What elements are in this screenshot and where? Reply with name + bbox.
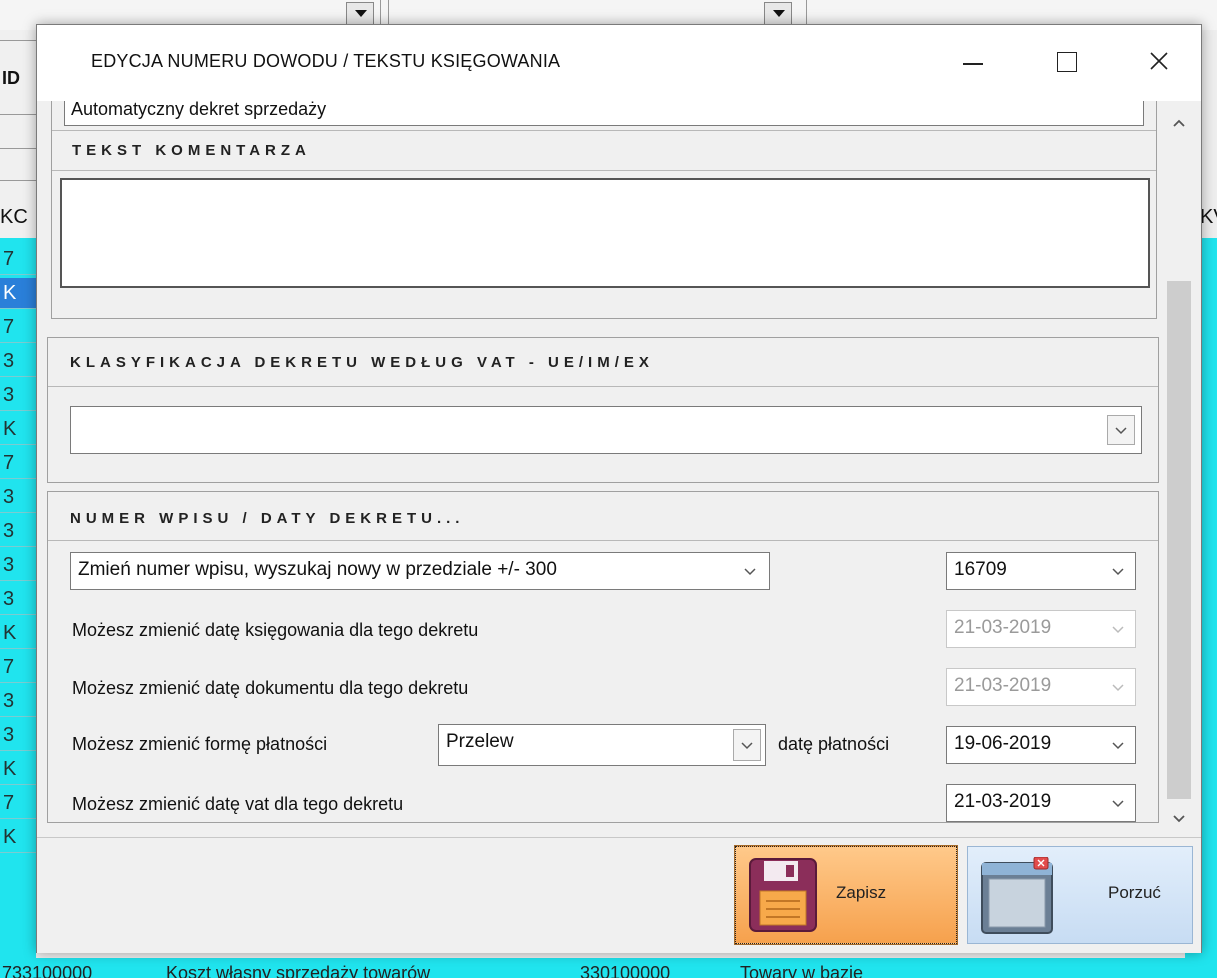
background-row[interactable]: 3 [0, 584, 36, 615]
vat-date-label: Możesz zmienić datę vat dla tego dekretu [72, 794, 404, 814]
payment-form-label: Możesz zmienić formę płatności [72, 734, 328, 754]
dialog-titlebar[interactable]: EDYCJA NUMERU DOWODU / TEKSTU KSIĘGOWANI… [37, 25, 1201, 101]
dropdown-arrow-icon[interactable] [346, 2, 374, 26]
chevron-down-icon [1112, 742, 1124, 750]
background-row[interactable]: 3 [0, 482, 36, 513]
background-row[interactable]: 7 [0, 652, 36, 683]
background-row[interactable]: K [0, 618, 36, 649]
payment-date-picker[interactable]: 19-06-2019 [946, 726, 1136, 764]
background-row[interactable]: K [0, 754, 36, 785]
cancel-button-label: Porzuć [1108, 883, 1161, 902]
posting-text-value: Automatyczny dekret sprzedaży [71, 101, 327, 119]
chevron-down-icon [1115, 427, 1127, 435]
dialog-footer: Zapisz Porzuć [37, 837, 1201, 953]
window-icon [981, 857, 1053, 934]
scroll-down-icon[interactable] [1169, 809, 1189, 829]
background-row[interactable]: 3 [0, 516, 36, 547]
dialog-title: EDYCJA NUMERU DOWODU / TEKSTU KSIĘGOWANI… [91, 51, 561, 71]
background-row[interactable]: 3 [0, 346, 36, 377]
vat-classification-panel: KLASYFIKACJA DEKRETU WEDŁUG VAT - UE/IM/… [47, 337, 1159, 483]
background-row[interactable]: 3 [0, 686, 36, 717]
background-bottom-row: 733100000 Koszt własny sprzedaży towarów… [0, 958, 1217, 978]
background-row[interactable]: 7 [0, 244, 36, 275]
close-icon [1150, 52, 1168, 70]
chevron-down-icon [1112, 626, 1124, 634]
floppy-disk-icon [749, 858, 817, 932]
renumber-option-select[interactable]: Zmień numer wpisu, wyszukaj nowy w przed… [70, 552, 770, 590]
scroll-up-icon[interactable] [1169, 113, 1189, 133]
save-button[interactable]: Zapisz [734, 845, 958, 945]
chevron-down-icon [1112, 684, 1124, 692]
background-row[interactable]: 7 [0, 788, 36, 819]
background-rows: 7K733K73333K733K7K [0, 238, 36, 958]
scrollbar-thumb[interactable] [1167, 281, 1191, 799]
vat-classification-select[interactable] [70, 406, 1142, 454]
posting-date-picker[interactable]: 21-03-2019 [946, 610, 1136, 648]
posting-text-input[interactable]: Automatyczny dekret sprzedaży [64, 101, 1144, 126]
background-row[interactable]: 3 [0, 720, 36, 751]
chevron-down-icon [741, 742, 753, 750]
entry-dates-title: NUMER WPISU / DATY DEKRETU... [70, 510, 465, 527]
vat-classification-title: KLASYFIKACJA DEKRETU WEDŁUG VAT - UE/IM/… [70, 354, 654, 371]
background-row[interactable]: 7 [0, 312, 36, 343]
payment-form-select[interactable]: Przelew [438, 724, 766, 766]
payment-date-label: datę płatności [778, 734, 890, 754]
background-row[interactable]: K [0, 414, 36, 445]
chevron-down-icon [744, 568, 756, 576]
entry-dates-panel: NUMER WPISU / DATY DEKRETU... Zmień nume… [47, 491, 1159, 823]
maximize-button[interactable] [1037, 39, 1097, 83]
cancel-button[interactable]: Porzuć [967, 846, 1193, 944]
entry-number-select[interactable]: 16709 [946, 552, 1136, 590]
dropdown-arrow-icon[interactable] [764, 2, 792, 26]
comment-panel-title: TEKST KOMENTARZA [72, 142, 311, 159]
background-row[interactable]: K [0, 822, 36, 853]
vertical-scrollbar[interactable] [1161, 101, 1197, 831]
chevron-down-icon [1112, 568, 1124, 576]
dialog-content: Automatyczny dekret sprzedaży TEKST KOME… [43, 101, 1161, 831]
document-date-label: Możesz zmienić datę dokumentu dla tego d… [72, 678, 469, 698]
chevron-down-icon [1112, 800, 1124, 808]
column-header: KV [1200, 206, 1217, 228]
column-header: ID [2, 68, 20, 88]
close-button[interactable] [1129, 39, 1189, 83]
column-header: KC [0, 206, 28, 228]
vat-date-picker[interactable]: 21-03-2019 [946, 784, 1136, 822]
posting-text-panel: Automatyczny dekret sprzedaży TEKST KOME… [51, 101, 1157, 319]
minimize-button[interactable] [943, 39, 1003, 83]
save-button-label: Zapisz [836, 883, 887, 902]
comment-textarea[interactable] [60, 178, 1150, 288]
posting-date-label: Możesz zmienić datę księgowania dla tego… [72, 620, 479, 640]
background-row[interactable]: 7 [0, 448, 36, 479]
background-row[interactable]: 3 [0, 550, 36, 581]
edit-entry-dialog: EDYCJA NUMERU DOWODU / TEKSTU KSIĘGOWANI… [36, 24, 1202, 953]
document-date-picker[interactable]: 21-03-2019 [946, 668, 1136, 706]
background-row[interactable]: 3 [0, 380, 36, 411]
background-row[interactable]: K [0, 278, 36, 309]
